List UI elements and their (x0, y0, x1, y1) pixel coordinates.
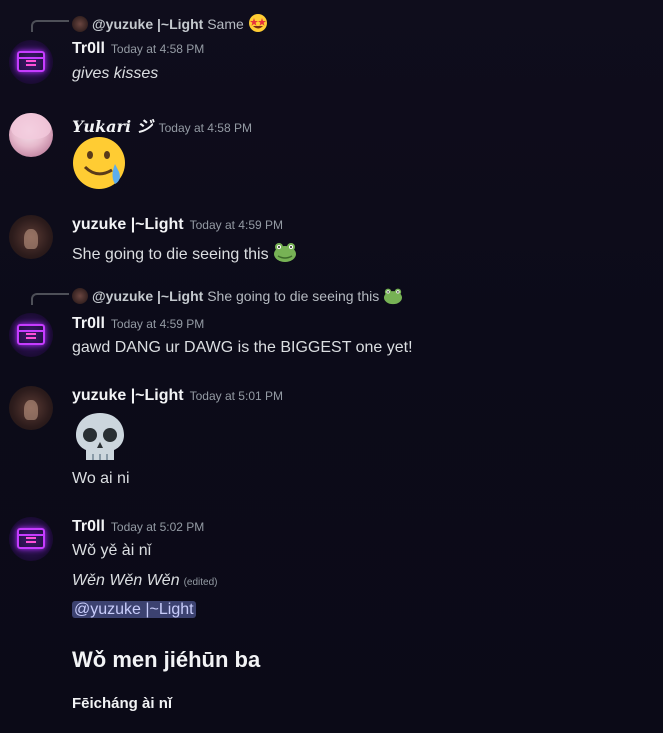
reply-author[interactable]: @yuzuke |~Light (92, 288, 203, 304)
reply-avatar (72, 288, 88, 304)
author-name[interactable]: yuzuke |~Light Today at 5:01 PM (72, 387, 283, 405)
frog-emoji (384, 288, 403, 305)
author-name[interactable]: Tr0ll Today at 5:02 PM (72, 518, 204, 536)
star-struck-emoji (248, 14, 267, 32)
timestamp: Today at 4:59 PM (189, 218, 283, 232)
avatar[interactable] (9, 215, 53, 259)
message-text-italic: Wěn Wěn Wěn (edited) (72, 572, 218, 589)
subheading-text: Fēicháng ài nǐ (72, 695, 173, 712)
skull-emoji (76, 413, 124, 460)
reply-avatar (72, 16, 88, 32)
author-name[interactable]: Tr0ll Today at 4:58 PM (72, 40, 204, 58)
reply-text: Same (207, 16, 244, 32)
timestamp: Today at 4:58 PM (158, 121, 252, 135)
reply-connector (31, 293, 69, 305)
avatar[interactable] (9, 517, 53, 561)
mention-line: @yuzuke |~Light (72, 601, 196, 619)
message-text: Wo ai ni (72, 470, 130, 487)
reply-author[interactable]: @yuzuke |~Light (92, 16, 203, 32)
message-text: She going to die seeing this (72, 241, 297, 264)
avatar[interactable] (9, 313, 53, 357)
message-text: gives kisses (72, 65, 159, 82)
avatar[interactable] (9, 40, 53, 84)
crying-smile-emoji (73, 137, 125, 189)
avatar[interactable] (9, 386, 53, 430)
reply-preview[interactable]: @yuzuke |~Light She going to die seeing … (72, 287, 403, 305)
frog-emoji (274, 243, 297, 262)
avatar[interactable] (9, 113, 53, 157)
author-name[interactable]: 𝒀𝒖𝒌𝒂𝒓𝒊 ジ Today at 4:58 PM (72, 113, 252, 137)
reply-connector (31, 20, 69, 32)
message-text: Wǒ yě ài nǐ (72, 542, 152, 559)
author-name[interactable]: Tr0ll Today at 4:59 PM (72, 315, 204, 333)
message-text: gawd DANG ur DAWG is the BIGGEST one yet… (72, 339, 413, 356)
user-mention[interactable]: @yuzuke |~Light (72, 601, 196, 618)
timestamp: Today at 5:01 PM (189, 389, 283, 403)
timestamp: Today at 4:58 PM (110, 42, 205, 56)
heading-text: Wǒ men jiéhūn ba (72, 647, 261, 672)
edited-label: (edited) (183, 577, 218, 588)
reply-preview[interactable]: @yuzuke |~Light Same (72, 13, 268, 33)
reply-text: She going to die seeing this (207, 288, 380, 304)
author-name[interactable]: yuzuke |~Light Today at 4:59 PM (72, 216, 283, 234)
timestamp: Today at 4:59 PM (110, 317, 205, 331)
timestamp: Today at 5:02 PM (110, 520, 205, 534)
